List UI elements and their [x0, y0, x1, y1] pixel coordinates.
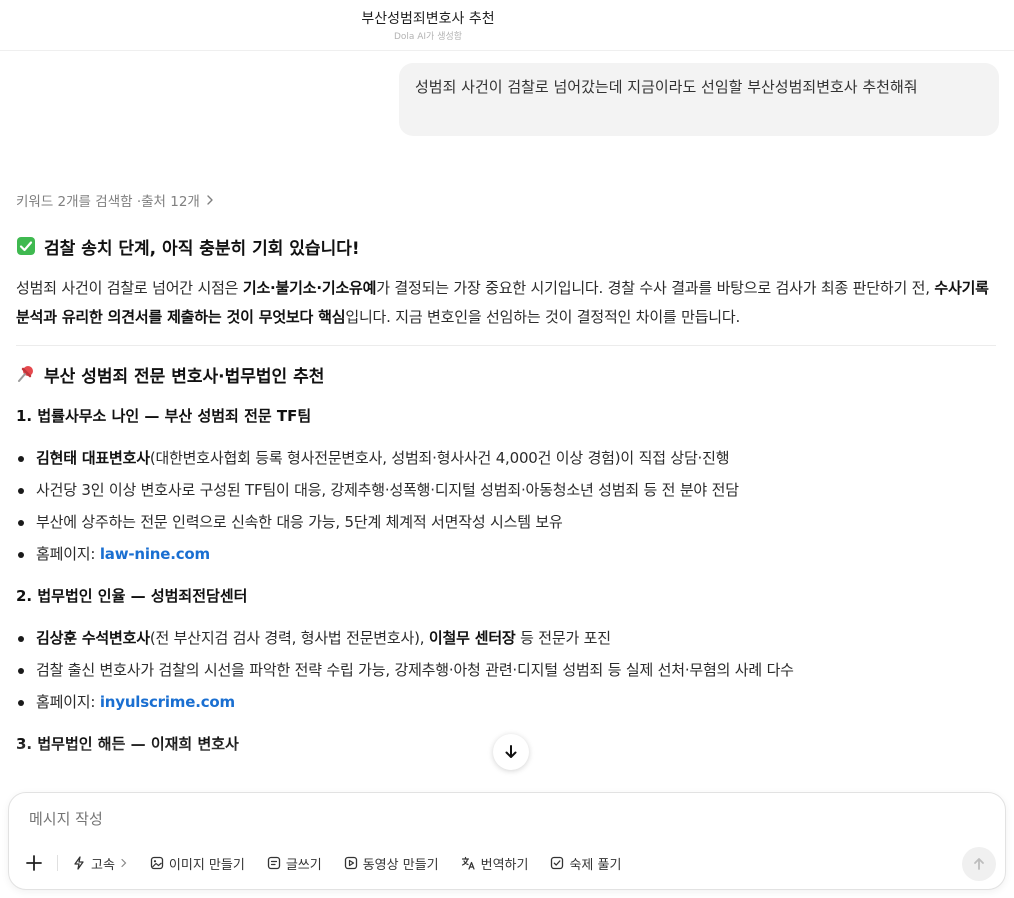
lawyer-name: 김현태 대표변호사 [36, 449, 150, 467]
translate-label: 번역하기 [480, 857, 529, 873]
message-input[interactable] [27, 809, 931, 829]
homepage-label: 홈페이지: [36, 545, 100, 563]
list-item-text: (대한변호사협회 등록 형사전문변호사, 성범죄·형사사건 4,000건 이상 … [149, 449, 730, 467]
create-image-button[interactable]: 이미지 만들기 [150, 854, 245, 873]
composer-toolbar: 고속 이미지 만들기 글쓰기 동영상 만들기 번역하기 숙제 풀기 [25, 851, 643, 875]
toolbar-separator [57, 855, 58, 871]
writing-button[interactable]: 글쓰기 [267, 854, 322, 873]
image-icon [150, 856, 164, 870]
pushpin-icon [18, 366, 33, 382]
section-divider [16, 345, 996, 346]
firm-2-title: 2. 법무법인 인율 — 성범죄전담센터 [16, 587, 248, 605]
para-text-2: 가 결정되는 가장 중요한 시기입니다. 경찰 수사 결과를 바탕으로 검사가 … [376, 279, 935, 297]
document-icon [267, 856, 280, 870]
list-item: 사건당 3인 이상 변호사로 구성된 TF팀이 대응, 강제추행·성폭행·디지털… [16, 474, 996, 506]
chevron-right-icon [121, 858, 127, 868]
translate-icon [461, 856, 475, 870]
homework-label: 숙제 풀기 [569, 857, 622, 873]
firm-1-homepage-link[interactable]: law-nine.com [100, 545, 210, 563]
answer-heading-1: 검찰 송치 단계, 아직 충분히 기회 있습니다! [16, 230, 996, 262]
writing-label: 글쓰기 [285, 857, 322, 873]
chat-title: 부산성범죄변호사 추천 [361, 11, 495, 27]
homepage-label: 홈페이지: [36, 693, 100, 711]
arrow-up-icon [974, 858, 984, 870]
user-message-text: 성범죄 사건이 검찰로 넘어갔는데 지금이라도 선임할 부산성범죄변호사 추천해… [415, 78, 918, 96]
list-item: 김상훈 수석변호사(전 부산지검 검사 경력, 형사법 전문변호사), 이철무 … [16, 622, 996, 654]
lawyer-name: 이철무 센터장 [428, 629, 516, 647]
speed-mode-label: 고속 [91, 857, 115, 873]
message-composer: 고속 이미지 만들기 글쓰기 동영상 만들기 [8, 792, 1006, 890]
scroll-to-bottom-button[interactable] [493, 734, 529, 770]
send-button[interactable] [962, 847, 996, 881]
list-item: 부산에 상주하는 전문 인력으로 신속한 대응 가능, 5단계 체계적 서면작성… [16, 506, 996, 538]
para-text-3: 입니다. 지금 변호인을 선임하는 것이 결정적인 차이를 만듭니다. [345, 308, 741, 326]
search-sources-toggle[interactable]: 키워드 2개를 검색함 ·출처 12개 [16, 190, 216, 210]
list-item-text: 부산에 상주하는 전문 인력으로 신속한 대응 가능, 5단계 체계적 서면작성… [36, 513, 563, 531]
check-mark-icon [17, 237, 35, 255]
para-text-1: 성범죄 사건이 검찰로 넘어간 시점은 [16, 279, 243, 297]
homework-button[interactable]: 숙제 풀기 [550, 854, 621, 873]
answer-heading-2-text: 부산 성범죄 전문 변호사·법무법인 추천 [44, 366, 325, 387]
list-item: 검찰 출신 변호사가 검찰의 시선을 파악한 전략 수립 가능, 강제추행·아청… [16, 654, 996, 686]
para-bold-1: 기소·불기소·기소유예 [242, 279, 377, 297]
chat-header: 부산성범죄변호사 추천 Dola AI가 생성함 [0, 0, 1014, 51]
answer-heading-1-text: 검찰 송치 단계, 아직 충분히 기회 있습니다! [44, 238, 360, 259]
firm-2-list: 김상훈 수석변호사(전 부산지검 검사 경력, 형사법 전문변호사), 이철무 … [16, 622, 996, 718]
list-item-text: 검찰 출신 변호사가 검찰의 시선을 파악한 전략 수립 가능, 강제추행·아청… [36, 661, 794, 679]
answer-intro-paragraph: 성범죄 사건이 검찰로 넘어간 시점은 기소·불기소·기소유예가 결정되는 가장… [16, 274, 996, 332]
user-message-bubble: 성범죄 사건이 검찰로 넘어갔는데 지금이라도 선임할 부산성범죄변호사 추천해… [399, 63, 999, 136]
chevron-right-icon [207, 195, 213, 205]
search-meta-text: 키워드 2개를 검색함 ·출처 12개 [16, 194, 200, 210]
list-item-text: 사건당 3인 이상 변호사로 구성된 TF팀이 대응, 강제추행·성폭행·디지털… [36, 481, 739, 499]
list-item-text: (전 부산지검 검사 경력, 형사법 전문변호사), [149, 629, 429, 647]
list-item: 홈페이지: law-nine.com [16, 538, 996, 570]
firm-1-list: 김현태 대표변호사(대한변호사협회 등록 형사전문변호사, 성범죄·형사사건 4… [16, 442, 996, 570]
add-attachment-button[interactable] [25, 854, 43, 872]
chat-subtitle: Dola AI가 생성함 [393, 32, 463, 42]
arrow-down-icon [505, 745, 517, 758]
translate-button[interactable]: 번역하기 [461, 854, 529, 873]
firm-1-title: 1. 법률사무소 나인 — 부산 성범죄 전문 TF팀 [16, 407, 312, 425]
create-video-button[interactable]: 동영상 만들기 [344, 854, 439, 873]
lawyer-name: 김상훈 수석변호사 [36, 629, 150, 647]
list-item: 홈페이지: inyulscrime.com [16, 686, 996, 718]
answer-heading-2: 부산 성범죄 전문 변호사·법무법인 추천 [16, 358, 996, 390]
assistant-answer: 검찰 송치 단계, 아직 충분히 기회 있습니다! 성범죄 사건이 검찰로 넘어… [16, 230, 996, 760]
plus-icon [26, 855, 42, 871]
firm-2-homepage-link[interactable]: inyulscrime.com [100, 693, 235, 711]
video-icon [344, 856, 357, 870]
lightning-icon [74, 856, 84, 870]
create-image-label: 이미지 만들기 [168, 857, 245, 873]
list-item-text: 등 전문가 포진 [515, 629, 611, 647]
homework-check-icon [551, 856, 564, 870]
speed-mode-button[interactable]: 고속 [72, 854, 128, 873]
create-video-label: 동영상 만들기 [362, 857, 439, 873]
list-item: 김현태 대표변호사(대한변호사협회 등록 형사전문변호사, 성범죄·형사사건 4… [16, 442, 996, 474]
